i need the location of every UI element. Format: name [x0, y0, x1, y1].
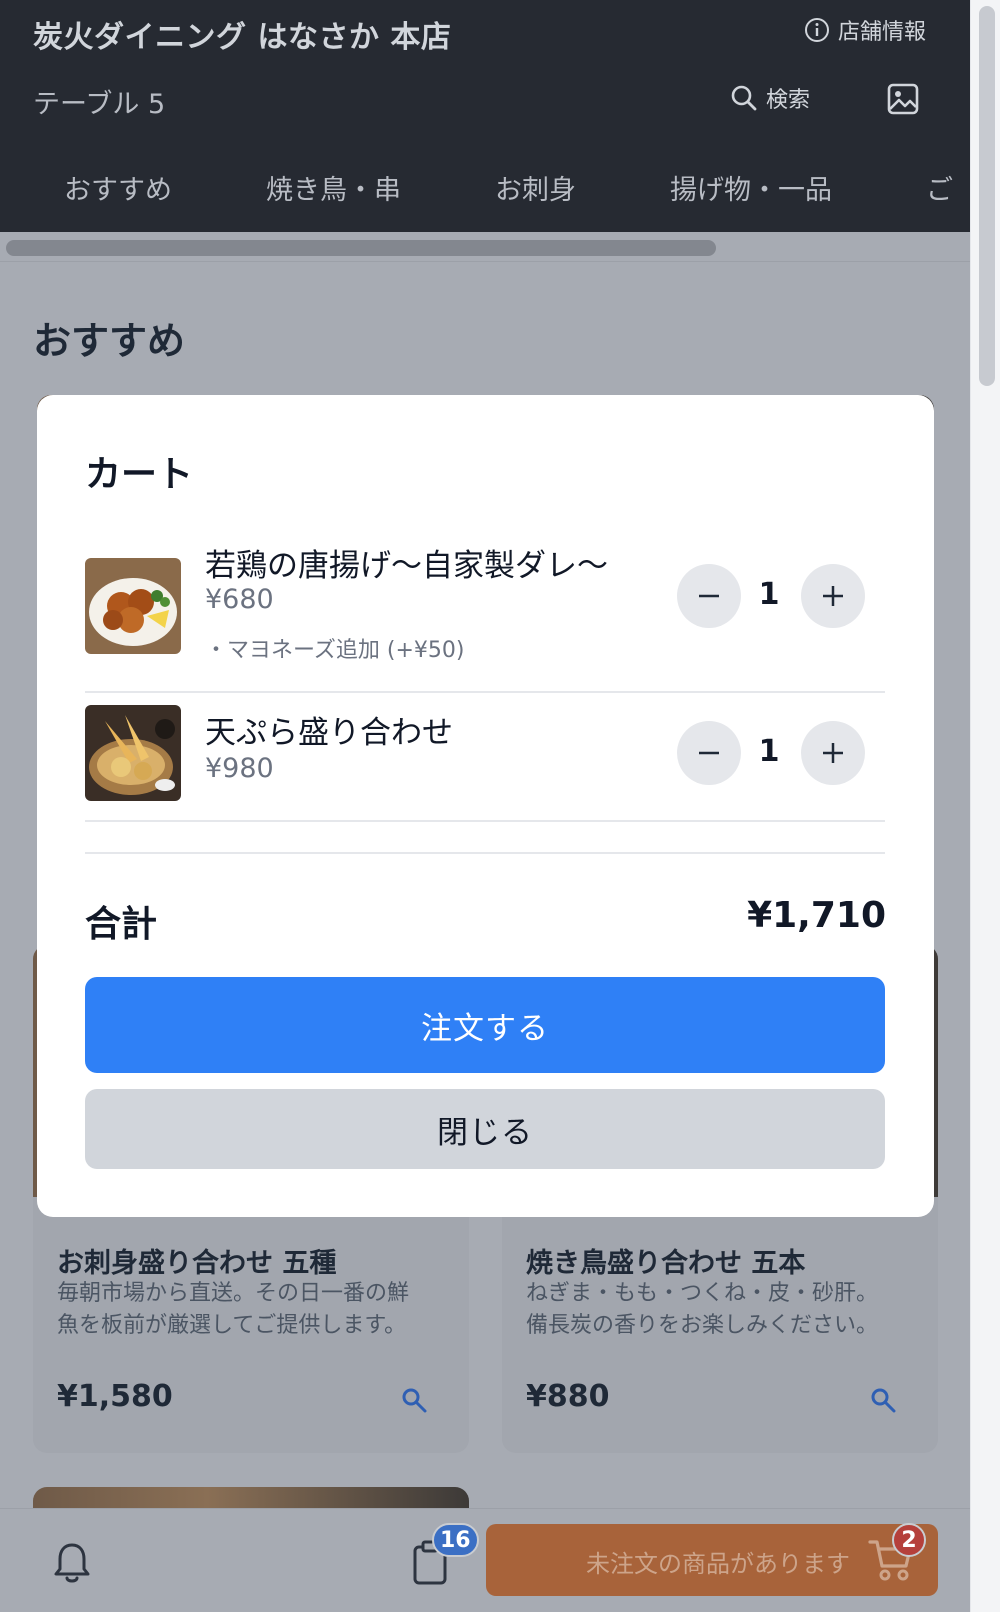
menu-card-desc-line: 毎朝市場から直送。その日一番の鮮 [57, 1281, 410, 1306]
bell-icon[interactable] [52, 1541, 92, 1585]
info-icon [805, 18, 829, 42]
tab-fried[interactable]: 揚げ物・一品 [670, 162, 832, 212]
header: 炭火ダイニング はなさか 本店 店舗情報 テーブル 5 検索 おすすめ 焼き鳥・… [0, 0, 970, 232]
store-info-button[interactable]: 店舗情報 [804, 14, 926, 46]
item-quantity: 1 [758, 734, 780, 769]
tempura-image [85, 705, 181, 801]
menu-card-description: ねぎま・もも・つくね・皮・砂肝。 備長炭の香りをお楽しみください。 [526, 1278, 926, 1342]
history-count-badge: 16 [432, 1523, 479, 1557]
plus-icon [823, 586, 843, 606]
store-name: 炭火ダイニング はなさか 本店 [33, 20, 452, 55]
unordered-items-notice: 未注文の商品があります [586, 1550, 850, 1578]
page-scrollbar-thumb[interactable] [979, 6, 995, 386]
search-button[interactable]: 検索 [730, 82, 810, 114]
minus-icon [699, 751, 719, 755]
app: 炭火ダイニング はなさか 本店 店舗情報 テーブル 5 検索 おすすめ 焼き鳥・… [0, 0, 970, 1612]
menu-card-title: お刺身盛り合わせ 五種 [57, 1248, 337, 1279]
tab-sashimi[interactable]: お刺身 [495, 162, 576, 212]
tab-scrollbar-thumb[interactable] [6, 240, 716, 256]
plus-icon [823, 743, 843, 763]
item-option: ・マヨネーズ追加 (+¥50) [205, 638, 465, 663]
tab-scrollbar[interactable] [0, 232, 970, 262]
menu-card-description: 毎朝市場から直送。その日一番の鮮 魚を板前が厳選してご提供します。 [57, 1278, 457, 1342]
increase-quantity-button[interactable] [801, 721, 865, 785]
section-title: おすすめ [33, 319, 186, 363]
item-price: ¥680 [205, 584, 274, 615]
item-divider [85, 691, 885, 693]
cart-count-badge: 2 [892, 1523, 926, 1557]
item-thumbnail [85, 558, 181, 654]
item-divider [85, 820, 885, 822]
increase-quantity-button[interactable] [801, 564, 865, 628]
page-scrollbar[interactable] [970, 0, 1000, 1612]
item-price: ¥980 [205, 753, 274, 784]
total-value: ¥1,710 [747, 895, 886, 936]
item-name: 天ぷら盛り合わせ [205, 715, 453, 751]
total-divider [85, 852, 885, 854]
karaage-image [85, 558, 181, 654]
table-label: テーブル 5 [33, 89, 166, 120]
minus-icon [699, 594, 719, 598]
search-label: 検索 [766, 88, 811, 113]
place-order-button[interactable]: 注文する [85, 977, 885, 1073]
tab-yakitori[interactable]: 焼き鳥・串 [266, 162, 401, 212]
item-quantity: 1 [758, 577, 780, 612]
total-label: 合計 [85, 904, 158, 945]
search-icon [731, 85, 757, 111]
menu-card-price: ¥880 [526, 1379, 610, 1414]
unordered-items-bar[interactable]: 未注文の商品があります [486, 1524, 938, 1596]
cart-item: 天ぷら盛り合わせ ¥980 1 [85, 705, 885, 815]
tab-recommended[interactable]: おすすめ [64, 162, 172, 212]
menu-card-title: 焼き鳥盛り合わせ 五本 [526, 1248, 806, 1279]
menu-card-desc-line: ねぎま・もも・つくね・皮・砂肝。 [526, 1281, 879, 1306]
tab-more[interactable]: ご [926, 162, 953, 212]
decrease-quantity-button[interactable] [677, 564, 741, 628]
cart-modal: カート 若鶏の唐揚げ〜自家製ダレ〜 ¥680 ・マヨネーズ追加 (+¥50) 1… [37, 395, 934, 1217]
item-name: 若鶏の唐揚げ〜自家製ダレ〜 [205, 548, 608, 584]
category-tabs: おすすめ 焼き鳥・串 お刺身 揚げ物・一品 ご [0, 162, 970, 212]
store-info-label: 店舗情報 [838, 20, 927, 45]
detail-search-icon[interactable] [868, 1385, 900, 1417]
menu-card-desc-line: 備長炭の香りをお楽しみください。 [526, 1313, 879, 1338]
cart-item: 若鶏の唐揚げ〜自家製ダレ〜 ¥680 ・マヨネーズ追加 (+¥50) 1 [85, 540, 885, 680]
image-search-icon[interactable] [886, 82, 920, 116]
menu-card-price: ¥1,580 [57, 1379, 173, 1414]
item-thumbnail [85, 705, 181, 801]
cart-title: カート [85, 454, 194, 495]
detail-search-icon[interactable] [399, 1385, 431, 1417]
close-cart-button[interactable]: 閉じる [85, 1089, 885, 1169]
decrease-quantity-button[interactable] [677, 721, 741, 785]
menu-card-desc-line: 魚を板前が厳選してご提供します。 [57, 1313, 407, 1338]
